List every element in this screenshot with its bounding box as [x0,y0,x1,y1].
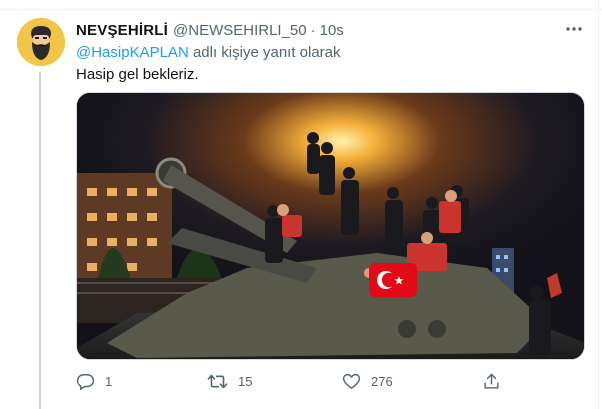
tweet-actions: 1 15 276 [76,368,506,394]
thread-line [39,72,41,409]
avatar[interactable] [17,18,65,66]
timestamp[interactable]: 10s [320,22,344,39]
reply-icon [76,373,95,390]
like-button[interactable]: 276 [342,368,393,394]
separator-dot: · [310,21,316,39]
tweet-text: Hasip gel bekleriz. [76,66,199,83]
user-handle[interactable]: @NEWSEHIRLI_50 [173,22,307,39]
reply-suffix: adlı kişiye yanıt olarak [192,44,341,61]
reply-mention-link[interactable]: @HasipKAPLAN [76,44,189,61]
more-options-icon[interactable] [563,20,585,38]
heart-icon [342,373,361,389]
display-name[interactable]: NEVŞEHİRLİ [76,22,168,39]
frame-right-border [598,0,602,409]
night-tank-crowd-photo [77,93,584,359]
retweet-count: 15 [238,373,253,389]
tweet-header: NEVŞEHİRLİ @NEWSEHIRLI_50 · 10s [76,20,344,40]
bearded-man-avatar-icon [17,18,65,66]
share-button[interactable] [482,368,511,394]
retweet-button[interactable]: 15 [207,368,252,394]
tweet-photo[interactable] [76,92,585,360]
reply-count: 1 [105,373,113,389]
reply-context: @HasipKAPLAN adlı kişiye yanıt olarak [76,44,341,61]
reply-button[interactable]: 1 [76,368,112,394]
like-count: 276 [371,373,393,389]
retweet-icon [207,374,228,388]
frame-top-border [0,0,602,10]
share-icon [484,373,499,389]
